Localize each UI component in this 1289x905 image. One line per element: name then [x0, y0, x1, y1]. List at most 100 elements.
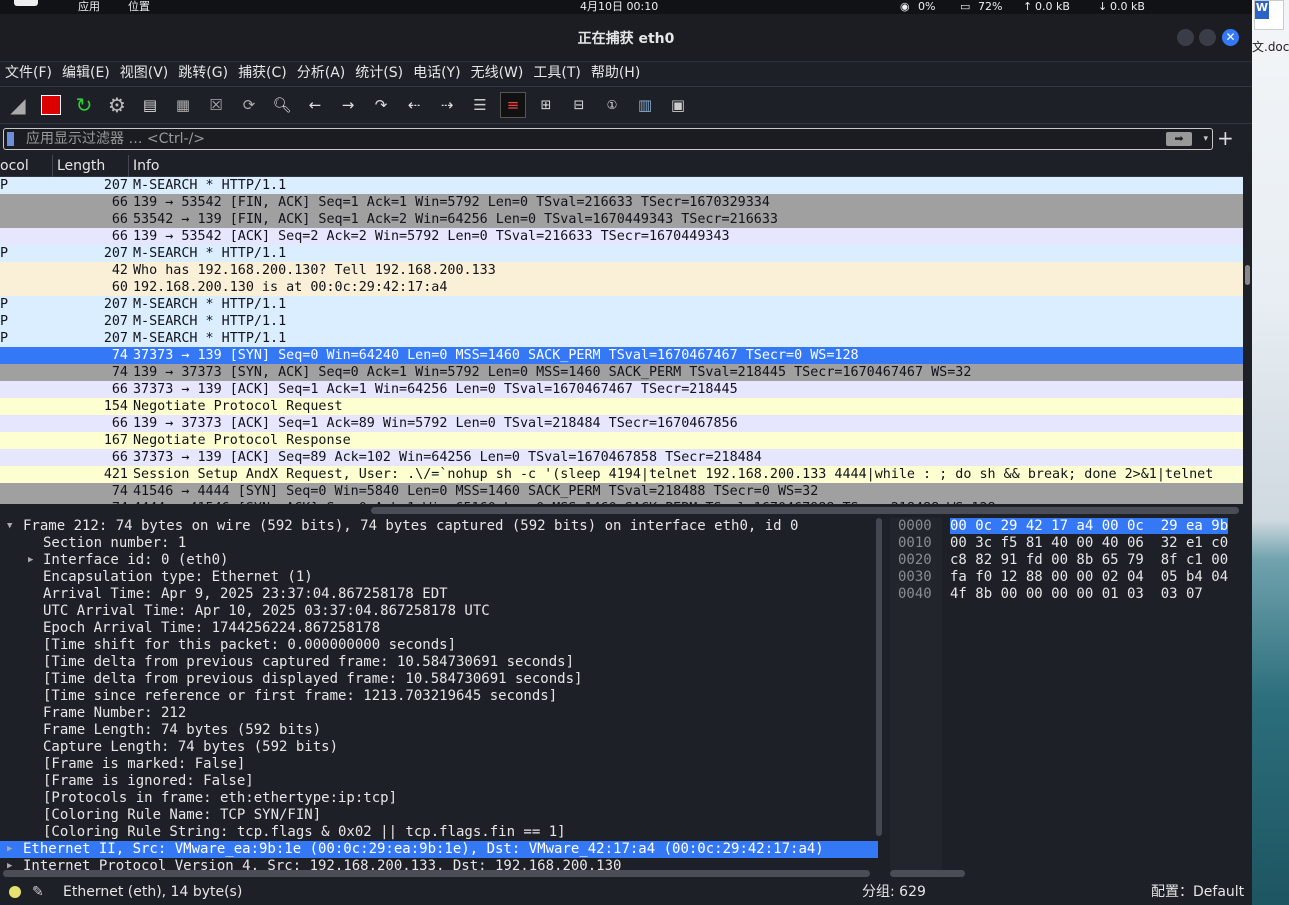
- hex-highlighted-bytes[interactable]: 00 0c 29 42 17 a4 00 0c 29 ea 9b: [950, 518, 1229, 534]
- forward-icon[interactable]: →: [335, 92, 361, 118]
- detail-tree-item[interactable]: Epoch Arrival Time: 1744256224.867258178: [0, 620, 878, 637]
- normal-size-icon[interactable]: ①: [599, 92, 625, 118]
- close-button[interactable]: ✕: [1222, 29, 1239, 46]
- clock[interactable]: 4月10日 00:10: [580, 0, 658, 13]
- detail-tree-item[interactable]: ▶ Internet Protocol Version 4, Src: 192.1…: [0, 858, 878, 870]
- first-packet-icon[interactable]: ⇠: [401, 92, 427, 118]
- bytes-hscrollbar[interactable]: [890, 870, 965, 877]
- menu-tools[interactable]: 工具(T): [528, 62, 585, 82]
- packet-row[interactable]: P 207 M-SEARCH * HTTP/1.1: [0, 313, 1243, 330]
- details-hscrollbar[interactable]: [0, 870, 872, 878]
- hex-bytes[interactable]: fa f0 12 88 00 00 02 04 05 b4 04: [950, 569, 1228, 585]
- column-info[interactable]: Info: [128, 155, 160, 177]
- menu-analyze[interactable]: 分析(A): [292, 62, 351, 82]
- menu-wireless[interactable]: 无线(W): [466, 62, 529, 82]
- menu-file[interactable]: 文件(F): [0, 62, 57, 82]
- packet-row[interactable]: 66 139 → 53542 [FIN, ACK] Seq=1 Ack=1 Win…: [0, 194, 1243, 211]
- expand-right-icon[interactable]: ▶: [28, 552, 33, 569]
- add-filter-button[interactable]: +: [1217, 126, 1234, 150]
- packet-row[interactable]: 66 139 → 53542 [ACK] Seq=2 Ack=2 Win=5792…: [0, 228, 1243, 245]
- packet-list-hscrollbar[interactable]: [0, 504, 1252, 516]
- hex-bytes[interactable]: c8 82 91 fd 00 8b 65 79 8f c1 00: [950, 552, 1228, 568]
- autoscroll-icon[interactable]: ☰: [467, 92, 493, 118]
- packet-row[interactable]: P 207 M-SEARCH * HTTP/1.1: [0, 177, 1243, 194]
- expand-down-icon[interactable]: ▼: [7, 518, 12, 535]
- detail-tree-item[interactable]: Section number: 1: [0, 535, 878, 552]
- packet-row[interactable]: 421 Session Setup AndX Request, User: .\/…: [0, 466, 1243, 483]
- maximize-button[interactable]: [1199, 29, 1216, 46]
- hex-bytes-row[interactable]: c8 82 91 fd 00 8b 65 79 8f c1 00: [950, 552, 1228, 569]
- details-vscrollbar[interactable]: [876, 518, 882, 836]
- colorize-icon[interactable]: ≡: [500, 92, 526, 118]
- detail-tree-item[interactable]: ▶ Interface id: 0 (eth0): [0, 552, 878, 569]
- back-icon[interactable]: ←: [302, 92, 328, 118]
- packet-row[interactable]: 74 37373 → 139 [SYN] Seq=0 Win=64240 Len=…: [0, 347, 1243, 364]
- save-file-icon[interactable]: ▦: [170, 92, 196, 118]
- column-protocol[interactable]: ocol: [0, 155, 29, 177]
- detail-tree-item[interactable]: Encapsulation type: Ethernet (1): [0, 569, 878, 586]
- detail-tree-item[interactable]: UTC Arrival Time: Apr 10, 2025 03:37:04.…: [0, 603, 878, 620]
- detail-tree-item[interactable]: [Time delta from previous displayed fram…: [0, 671, 878, 688]
- word-document-icon[interactable]: W: [1254, 0, 1284, 30]
- menu-help[interactable]: 帮助(H): [586, 62, 645, 82]
- bookmark-icon[interactable]: [7, 132, 14, 146]
- close-file-icon[interactable]: ☒: [203, 92, 229, 118]
- packet-row[interactable]: 42 Who has 192.168.200.130? Tell 192.168.…: [0, 262, 1243, 279]
- stop-capture-icon[interactable]: [38, 92, 64, 118]
- detail-tree-item[interactable]: Frame Number: 212: [0, 705, 878, 722]
- packet-row[interactable]: 66 139 → 37373 [ACK] Seq=1 Ack=89 Win=579…: [0, 415, 1243, 432]
- detail-tree-item[interactable]: [Coloring Rule Name: TCP SYN/FIN]: [0, 807, 878, 824]
- packet-row[interactable]: 167 Negotiate Protocol Response: [0, 432, 1243, 449]
- packet-row[interactable]: 60 192.168.200.130 is at 00:0c:29:42:17:a…: [0, 279, 1243, 296]
- zoom-out-icon[interactable]: ⊟: [566, 92, 592, 118]
- detail-tree-item[interactable]: Capture Length: 74 bytes (592 bits): [0, 739, 878, 756]
- hex-bytes-row[interactable]: 00 3c f5 81 40 00 40 06 32 e1 c0: [950, 535, 1228, 552]
- hex-bytes[interactable]: 4f 8b 00 00 00 00 01 03 03 07: [950, 586, 1203, 602]
- column-length[interactable]: Length: [52, 155, 105, 177]
- menu-edit[interactable]: 编辑(E): [57, 62, 115, 82]
- restart-capture-icon[interactable]: ↻: [71, 92, 97, 118]
- detail-tree-item[interactable]: [Protocols in frame: eth:ethertype:ip:tc…: [0, 790, 878, 807]
- packet-bytes-pane[interactable]: 0000 0010 0020 0030 0040 00 0c 29 42 17 a4 0…: [890, 518, 1252, 870]
- detail-tree-item[interactable]: Frame Length: 74 bytes (592 bits): [0, 722, 878, 739]
- chevron-down-icon[interactable]: ▾: [1203, 129, 1208, 149]
- detail-tree-item[interactable]: [Time shift for this packet: 0.000000000…: [0, 637, 878, 654]
- zoom-in-icon[interactable]: ⊞: [533, 92, 559, 118]
- resize-columns-icon[interactable]: ▥: [632, 92, 658, 118]
- display-filter-input[interactable]: 应用显示过滤器 … <Ctrl-/> ➡ ▾: [3, 128, 1213, 150]
- menu-go[interactable]: 跳转(G): [173, 62, 233, 82]
- detail-tree-item[interactable]: [Time delta from previous captured frame…: [0, 654, 878, 671]
- packet-list-vscrollbar[interactable]: [1243, 177, 1252, 504]
- expand-right-icon[interactable]: ▶: [7, 858, 12, 870]
- expert-info-icon[interactable]: [9, 886, 21, 898]
- last-packet-icon[interactable]: ⇢: [434, 92, 460, 118]
- find-icon[interactable]: 🔍︎: [269, 92, 295, 118]
- apply-filter-arrow-icon[interactable]: ➡: [1166, 132, 1192, 146]
- menu-capture[interactable]: 捕获(C): [233, 62, 292, 82]
- menu-statistics[interactable]: 统计(S): [350, 62, 408, 82]
- packet-row[interactable]: P 207 M-SEARCH * HTTP/1.1: [0, 330, 1243, 347]
- places-menu[interactable]: 位置: [128, 0, 150, 13]
- capture-options-icon[interactable]: ⚙: [104, 92, 130, 118]
- capture-comment-icon[interactable]: ✎: [32, 879, 44, 905]
- packet-row[interactable]: 74 41546 → 4444 [SYN] Seq=0 Win=5840 Len=…: [0, 483, 1243, 500]
- detail-tree-item[interactable]: [Coloring Rule String: tcp.flags & 0x02 …: [0, 824, 878, 841]
- detail-tree-item[interactable]: ▶ Ethernet II, Src: VMware_ea:9b:1e (00:0…: [0, 841, 878, 858]
- packet-row[interactable]: P 207 M-SEARCH * HTTP/1.1: [0, 245, 1243, 262]
- packet-row[interactable]: 74 139 → 37373 [SYN, ACK] Seq=0 Ack=1 Win…: [0, 364, 1243, 381]
- detail-tree-item[interactable]: [Frame is marked: False]: [0, 756, 878, 773]
- detail-tree-item[interactable]: [Time since reference or first frame: 12…: [0, 688, 878, 705]
- status-profile[interactable]: 配置：Default: [1151, 879, 1244, 905]
- shark-fin-start-icon[interactable]: ◢: [5, 92, 31, 118]
- open-file-icon[interactable]: ▤: [137, 92, 163, 118]
- expand-right-icon[interactable]: ▶: [7, 841, 12, 858]
- hex-bytes-row[interactable]: fa f0 12 88 00 00 02 04 05 b4 04: [950, 569, 1228, 586]
- packet-row[interactable]: 154 Negotiate Protocol Request: [0, 398, 1243, 415]
- apps-menu[interactable]: 应用: [78, 0, 100, 13]
- menu-view[interactable]: 视图(V): [115, 62, 174, 82]
- hex-bytes-row[interactable]: 00 0c 29 42 17 a4 00 0c 29 ea 9b: [950, 518, 1229, 535]
- hex-bytes[interactable]: 00 3c f5 81 40 00 40 06 32 e1 c0: [950, 535, 1228, 551]
- desktop-file-label[interactable]: 文.doc: [1252, 38, 1289, 55]
- hex-bytes-row[interactable]: 4f 8b 00 00 00 00 01 03 03 07: [950, 586, 1228, 603]
- menu-telephony[interactable]: 电话(Y): [408, 62, 465, 82]
